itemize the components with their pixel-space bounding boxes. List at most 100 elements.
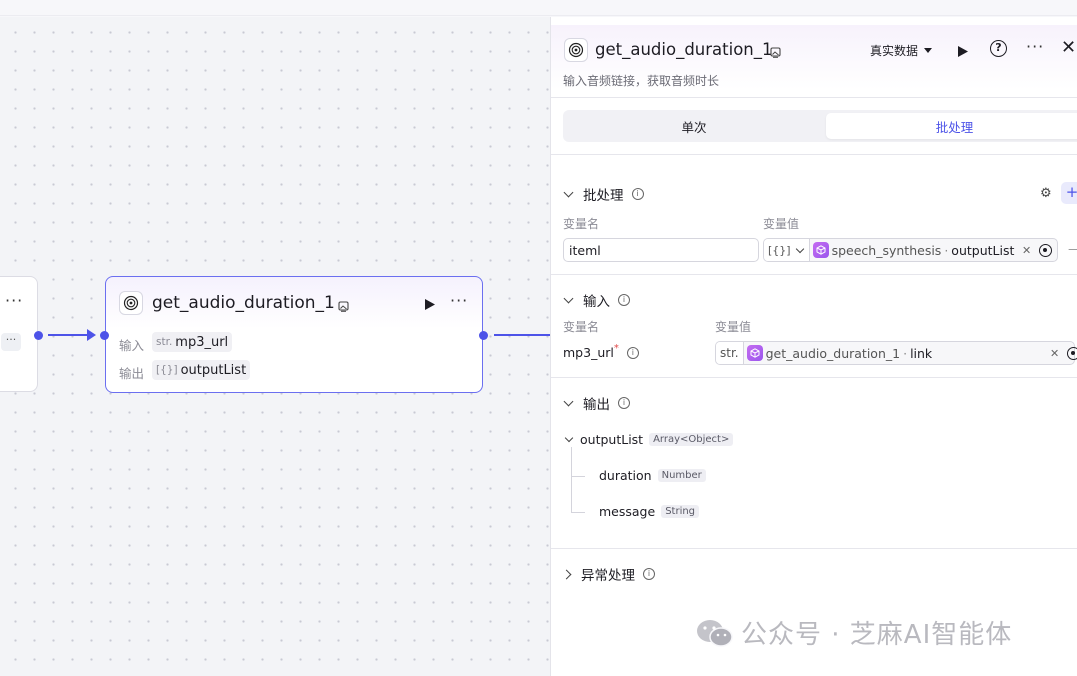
col-label-name: 变量名 [563,217,600,231]
input-param-name: mp3_url * i [563,343,639,360]
reference-chip: get_audio_duration_1 · link [744,345,933,361]
divider [551,274,1077,275]
type-badge: Array<Object> [649,433,734,446]
tree-line [571,512,585,513]
output-name: message [599,504,656,519]
info-icon[interactable]: i [643,568,655,580]
required-mark: * [613,343,619,354]
chevron-down-icon [563,293,574,304]
output-name: outputList [580,432,644,447]
plugin-cube-icon [812,242,829,258]
input-value: iteml [569,242,601,258]
edge-arrow-icon [87,329,96,341]
section-title: 输出 [583,397,610,413]
reference-field: link [910,345,933,361]
type-badge: String [661,505,700,518]
info-icon[interactable]: i [618,397,630,409]
section-title: 异常处理 [581,568,635,584]
watermark: 公众号 · 芝麻AI智能体 [695,614,1012,651]
node-param-chip: ··· [1,333,21,351]
node-title: get_audio_duration_1 [152,293,335,313]
chevron-down-icon [563,396,574,407]
gear-icon[interactable]: ⚙ [1040,186,1052,201]
run-node-icon[interactable] [424,296,436,315]
node-more-icon[interactable]: ··· [450,291,468,310]
reference-chip: speech_synthesis · outputList [810,242,1014,258]
section-title: 输入 [583,294,610,310]
run-node-icon[interactable] [957,43,969,62]
remove-variable-icon[interactable]: — [1068,242,1077,257]
output-child-item: message String [599,504,700,519]
plugin-logo-icon [564,38,588,62]
input-label: 输入 [119,338,145,353]
info-icon[interactable]: i [626,346,639,359]
info-icon[interactable]: i [618,294,630,306]
panel-more-icon[interactable]: ··· [1026,37,1044,56]
panel-title[interactable]: get_audio_duration_1 [595,40,773,59]
section-title: 批处理 [583,188,624,204]
panel-description: 输入音频链接，获取音频时长 [563,74,720,88]
param-name: mp3_url [563,345,614,360]
image-icon [770,43,781,62]
plugin-cube-icon [746,345,763,361]
col-label-name: 变量名 [563,320,600,334]
divider [551,97,1077,98]
input-variable-reference[interactable]: str. get_audio_duration_1 · link [715,341,1075,365]
batch-variable-reference[interactable]: [{}] speech_synthesis · outputList [763,238,1058,262]
info-icon[interactable]: i [631,188,644,200]
input-param-chip: str. mp3_url [152,332,233,352]
connection-edge[interactable] [48,334,88,336]
tree-line [571,447,572,512]
previous-node[interactable]: ··· ··· [0,276,38,392]
help-icon[interactable]: ? [990,40,1007,57]
output-port[interactable] [34,331,43,340]
node-get-audio-duration[interactable]: get_audio_duration_1 ··· 输入 str. mp3_url… [105,276,483,393]
data-source-label: 真实数据 [870,44,919,58]
watermark-text: 公众号 · 芝麻AI智能体 [741,620,1013,650]
tree-line [571,476,585,477]
tab-batch[interactable]: 批处理 [826,113,1077,139]
divider [551,377,1077,378]
close-icon[interactable]: ✕ [1061,37,1076,58]
chevron-down-icon [563,187,574,198]
mode-switch: 单次 批处理 [563,110,1077,142]
output-label: 输出 [119,366,145,381]
top-strip [0,0,1077,16]
output-port[interactable] [479,331,488,340]
reference-source: speech_synthesis [831,242,942,258]
chevron-down-icon [564,433,574,443]
type-label: str. [716,342,744,364]
image-icon [338,297,349,316]
input-port[interactable] [100,331,109,340]
output-root-item[interactable]: outputList Array<Object> [564,432,734,447]
chevron-down-icon [795,244,804,253]
wechat-icon [695,618,733,648]
type-label: [{}] [768,243,791,257]
clear-icon[interactable]: ✕ [1022,244,1031,257]
input-section-header[interactable]: 输入 i [563,290,630,310]
data-source-dropdown[interactable]: 真实数据 [870,42,933,59]
caret-down-icon [924,48,933,53]
reference-separator: · [903,345,908,361]
output-section-header[interactable]: 输出 i [563,393,630,413]
batch-variable-name-input[interactable]: iteml [563,238,759,262]
clear-icon[interactable]: ✕ [1050,347,1059,360]
reference-source: get_audio_duration_1 [765,345,901,361]
batch-section-header[interactable]: 批处理 i [563,184,644,204]
tab-single[interactable]: 单次 [563,113,825,139]
output-name: duration [599,468,652,483]
connection-edge[interactable] [494,334,550,336]
node-more-icon[interactable]: ··· [5,291,23,310]
col-label-value: 变量值 [763,217,800,231]
plugin-logo-icon [119,291,143,315]
target-icon[interactable] [1039,244,1052,257]
output-param-chip: [{}] outputList [152,360,251,380]
type-selector[interactable]: [{}] [764,239,810,261]
target-icon[interactable] [1067,347,1077,360]
error-handling-section-header[interactable]: 异常处理 i [561,564,655,584]
col-label-value: 变量值 [715,320,752,334]
param-type: str. [156,336,173,348]
add-variable-button[interactable]: + [1061,182,1077,204]
divider [551,548,1077,549]
reference-separator: · [944,242,949,258]
